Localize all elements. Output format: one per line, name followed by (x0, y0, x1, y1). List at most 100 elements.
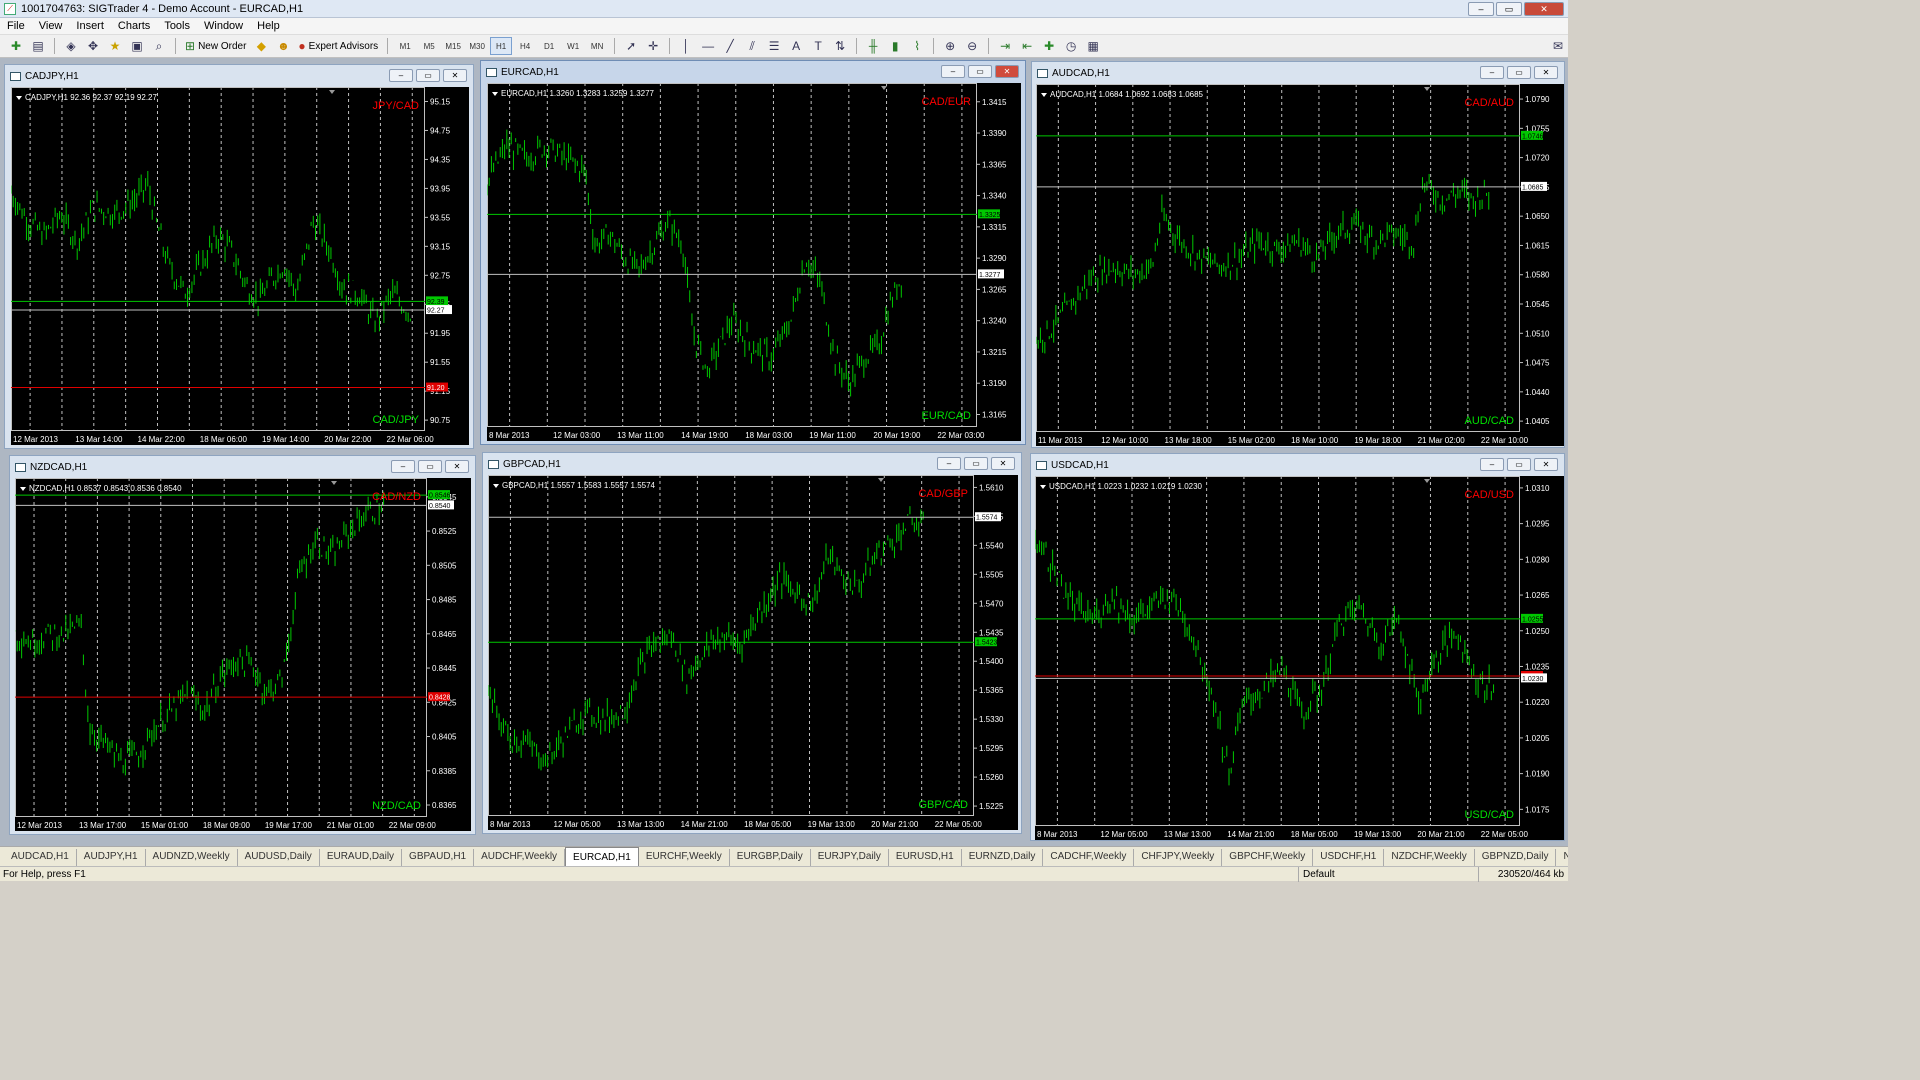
text-label-icon[interactable]: T (808, 37, 828, 55)
menu-insert[interactable]: Insert (69, 18, 111, 35)
menu-window[interactable]: Window (197, 18, 250, 35)
chart-tab[interactable]: USDCHF,H1 (1313, 849, 1385, 866)
price-chart[interactable]: 1.3415 1.3390 1.3365 1.3340 1.3315 1.3290 1.32… (487, 83, 1021, 441)
autotrading-icon[interactable]: ☻ (273, 37, 293, 55)
terminal-icon[interactable]: ▣ (127, 37, 147, 55)
chart-tab[interactable]: EURCAD,H1 (565, 847, 639, 866)
profiles-icon[interactable]: ▤ (28, 37, 48, 55)
auto-scroll-icon[interactable]: ⇥ (995, 37, 1015, 55)
chart-minimize-button[interactable]: – (941, 65, 965, 78)
price-chart[interactable]: 95.1594.7594.3593.9593.5593.1592.7592.35… (11, 87, 469, 445)
vertical-line-icon[interactable]: │ (676, 37, 696, 55)
chart-tab[interactable]: AUDNZD,Weekly (146, 849, 238, 866)
chart-tab[interactable]: AUDUSD,Daily (238, 849, 320, 866)
menu-file[interactable]: File (0, 18, 32, 35)
market-watch-icon[interactable]: ◈ (61, 37, 81, 55)
chart-tab[interactable]: EURJPY,Daily (811, 849, 889, 866)
chart-tab[interactable]: EURCHF,Weekly (639, 849, 730, 866)
chart-tab[interactable]: NZDJPY,Weekly (1556, 849, 1568, 866)
maximize-button[interactable]: ▭ (1496, 2, 1522, 16)
chart-tab[interactable]: AUDJPY,H1 (77, 849, 146, 866)
timeframe-w1[interactable]: W1 (562, 37, 584, 55)
chart-tab[interactable]: AUDCHF,Weekly (474, 849, 566, 866)
close-button[interactable]: ✕ (1524, 2, 1564, 16)
new-chart-icon[interactable]: ✚ (6, 37, 26, 55)
indicators-icon[interactable]: ✚ (1039, 37, 1059, 55)
chart-close-button[interactable]: ✕ (445, 460, 469, 473)
menu-view[interactable]: View (32, 18, 70, 35)
horizontal-line-icon[interactable]: — (698, 37, 718, 55)
timeframe-h1[interactable]: H1 (490, 37, 513, 55)
chart-maximize-button[interactable]: ▭ (964, 457, 988, 470)
arrows-icon[interactable]: ⇅ (830, 37, 850, 55)
chart-shift-icon[interactable]: ⇤ (1017, 37, 1037, 55)
price-chart[interactable]: 0.85450.85250.85050.84850.84650.84450.84… (15, 478, 471, 831)
chart-tab[interactable]: EURNZD,Daily (962, 849, 1044, 866)
crosshair-icon[interactable]: ✛ (643, 37, 663, 55)
chart-tab[interactable]: GBPCHF,Weekly (1222, 849, 1314, 866)
chart-close-button[interactable]: ✕ (1534, 458, 1558, 471)
chart-minimize-button[interactable]: – (1480, 458, 1504, 471)
menu-help[interactable]: Help (250, 18, 287, 35)
channel-icon[interactable]: ⫽ (742, 37, 762, 55)
chart-tab[interactable]: EURUSD,H1 (889, 849, 962, 866)
chart-minimize-button[interactable]: – (389, 69, 413, 82)
price-chart[interactable]: 1.56101.55751.55401.55051.54701.54351.54… (488, 475, 1018, 830)
chart-maximize-button[interactable]: ▭ (416, 69, 440, 82)
strategy-tester-icon[interactable]: ⌕ (149, 37, 169, 55)
chart-tab[interactable]: GBPNZD,Daily (1475, 849, 1557, 866)
timeframe-m5[interactable]: M5 (418, 37, 440, 55)
chart-window-usdcad[interactable]: USDCAD,H1 – ▭ ✕ 1.0310 1.0295 1.0280 1.0265 1.… (1030, 453, 1565, 841)
candlestick-icon[interactable]: ▮ (885, 37, 905, 55)
chart-minimize-button[interactable]: – (1480, 66, 1504, 79)
new-order-button[interactable]: ⊞ New Order (182, 37, 249, 55)
cursor-icon[interactable]: ➚ (621, 37, 641, 55)
zoom-out-icon[interactable]: ⊖ (962, 37, 982, 55)
navigator-icon[interactable]: ★ (105, 37, 125, 55)
chart-tab[interactable]: NZDCHF,Weekly (1384, 849, 1475, 866)
timeframe-m1[interactable]: M1 (394, 37, 416, 55)
metaeditor-icon[interactable]: ◆ (251, 37, 271, 55)
chart-tab[interactable]: CADCHF,Weekly (1043, 849, 1135, 866)
chart-tab[interactable]: AUDCAD,H1 (4, 849, 77, 866)
timeframe-h4[interactable]: H4 (514, 37, 536, 55)
chart-maximize-button[interactable]: ▭ (1507, 458, 1531, 471)
line-chart-icon[interactable]: ⌇ (907, 37, 927, 55)
mailbox-icon[interactable]: ✉ (1548, 37, 1568, 55)
chart-tab[interactable]: CHFJPY,Weekly (1134, 849, 1223, 866)
chart-tab[interactable]: EURGBP,Daily (730, 849, 811, 866)
price-chart[interactable]: 1.07901.07551.07201.06851.06501.06151.05… (1036, 84, 1564, 446)
timeframe-mn[interactable]: MN (586, 37, 608, 55)
menu-charts[interactable]: Charts (111, 18, 157, 35)
data-window-icon[interactable]: ✥ (83, 37, 103, 55)
chart-maximize-button[interactable]: ▭ (418, 460, 442, 473)
chart-minimize-button[interactable]: – (391, 460, 415, 473)
bar-chart-icon[interactable]: ╫ (863, 37, 883, 55)
chart-window-audcad[interactable]: AUDCAD,H1 –▭✕ 1.07901.07551.07201.06851.… (1031, 61, 1565, 448)
chart-window-nzdcad[interactable]: NZDCAD,H1 –▭✕ 0.85450.85250.85050.84850.… (9, 455, 476, 835)
chart-minimize-button[interactable]: – (937, 457, 961, 470)
menu-tools[interactable]: Tools (157, 18, 197, 35)
trendline-icon[interactable]: ╱ (720, 37, 740, 55)
zoom-in-icon[interactable]: ⊕ (940, 37, 960, 55)
timeframe-m30[interactable]: M30 (466, 37, 488, 55)
fibonacci-icon[interactable]: ☰ (764, 37, 784, 55)
chart-close-button[interactable]: ✕ (1534, 66, 1558, 79)
timeframe-d1[interactable]: D1 (538, 37, 560, 55)
chart-maximize-button[interactable]: ▭ (1507, 66, 1531, 79)
text-icon[interactable]: A (786, 37, 806, 55)
chart-maximize-button[interactable]: ▭ (968, 65, 992, 78)
templates-icon[interactable]: ▦ (1083, 37, 1103, 55)
chart-tab[interactable]: GBPAUD,H1 (402, 849, 475, 866)
timeframe-m15[interactable]: M15 (442, 37, 464, 55)
chart-close-button[interactable]: ✕ (995, 65, 1019, 78)
chart-window-eurcad[interactable]: EURCAD,H1 – ▭ ✕ 1.3415 1.3390 1.3365 1.3340 1.… (480, 60, 1026, 445)
chart-close-button[interactable]: ✕ (991, 457, 1015, 470)
chart-window-gbpcad[interactable]: GBPCAD,H1 –▭✕ 1.56101.55751.55401.55051.… (482, 452, 1022, 834)
chart-close-button[interactable]: ✕ (443, 69, 467, 82)
periods-icon[interactable]: ◷ (1061, 37, 1081, 55)
price-chart[interactable]: 1.0310 1.0295 1.0280 1.0265 1.0250 1.0235 1.02… (1035, 476, 1564, 840)
expert-advisors-button[interactable]: ● Expert Advisors (295, 37, 381, 55)
minimize-button[interactable]: – (1468, 2, 1494, 16)
chart-tab[interactable]: EURAUD,Daily (320, 849, 403, 866)
